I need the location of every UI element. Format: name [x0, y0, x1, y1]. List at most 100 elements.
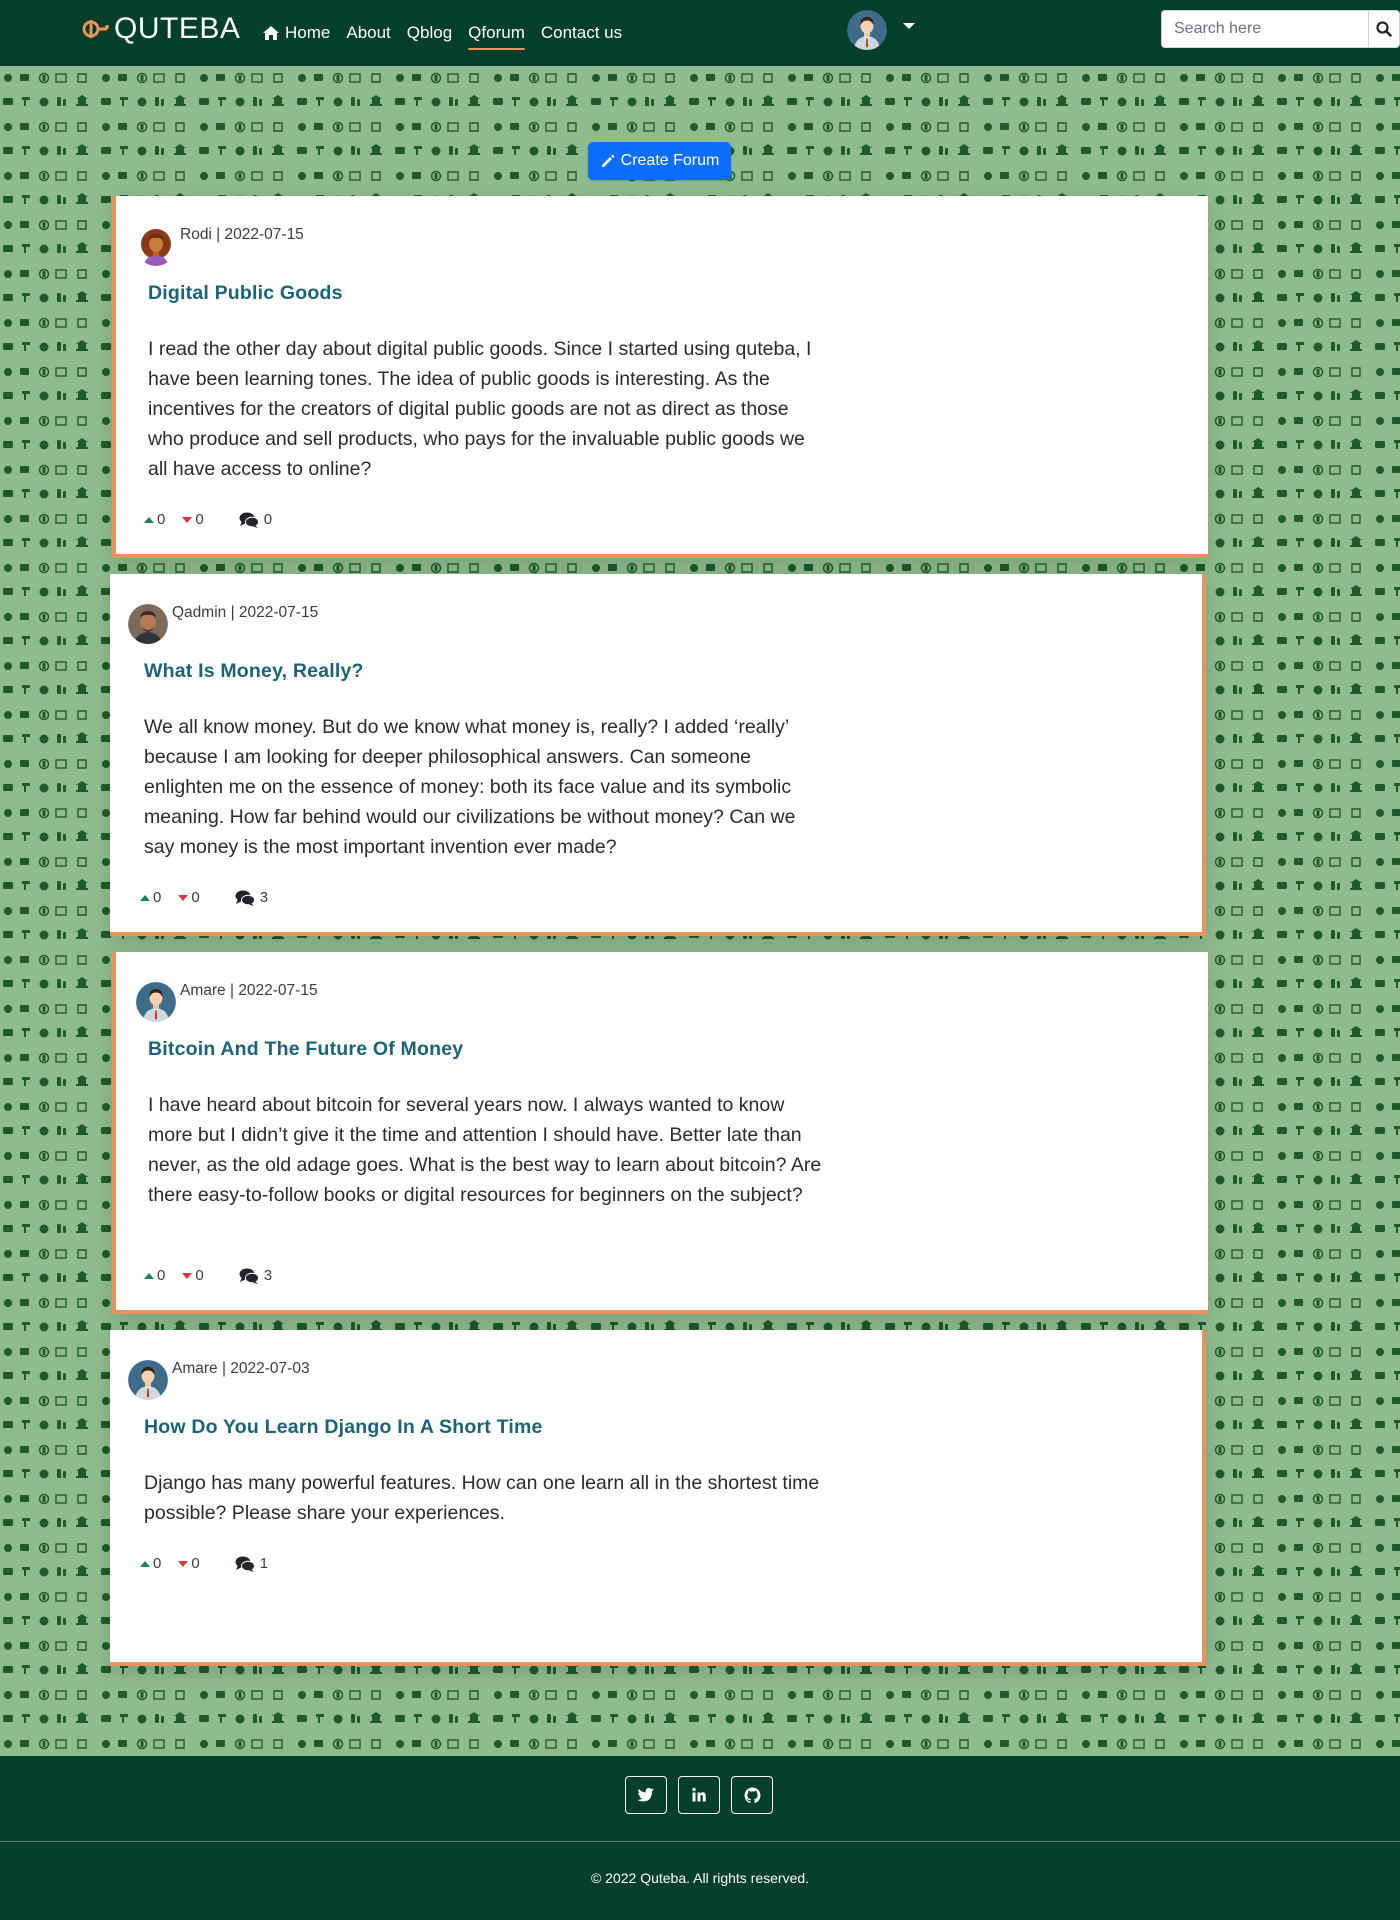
- comments-button[interactable]: 3: [239, 1267, 272, 1284]
- downvote-count: 0: [191, 889, 200, 906]
- navbar: QUTEBA Home About Qblog Qforum Contact u…: [0, 0, 1400, 66]
- post-actions: 0 0 0: [144, 511, 289, 528]
- upvote-count: 0: [153, 889, 162, 906]
- comments-button[interactable]: 1: [235, 1555, 268, 1572]
- author-avatar: [128, 1360, 168, 1400]
- female-avatar-icon: [136, 226, 176, 266]
- copyright-text: 2022 Quteba. All rights reserved.: [605, 1870, 810, 1886]
- nav-about[interactable]: About: [338, 0, 398, 66]
- post-title-link[interactable]: How Do You Learn Django In A Short Time: [144, 1416, 543, 1439]
- photo-avatar-icon: [128, 604, 168, 644]
- comments-button[interactable]: 3: [235, 889, 268, 906]
- male-avatar-icon: [128, 1360, 168, 1400]
- post-meta: Amare | 2022-07-03: [128, 1360, 310, 1400]
- create-forum-label: Create Forum: [620, 152, 720, 169]
- post-body: Django has many powerful features. How c…: [144, 1472, 820, 1524]
- linkedin-icon: [692, 1787, 706, 1802]
- github-icon: [744, 1787, 760, 1803]
- downvote-icon: [182, 1272, 193, 1279]
- social-links: [625, 1776, 773, 1814]
- upvote-button[interactable]: 0: [144, 1267, 165, 1284]
- upvote-icon: [144, 516, 154, 523]
- comment-count: 0: [263, 511, 273, 528]
- comments-icon: [239, 1268, 259, 1284]
- create-forum-button[interactable]: Create Forum: [588, 142, 731, 180]
- downvote-button[interactable]: 0: [182, 511, 204, 528]
- downvote-count: 0: [195, 1267, 204, 1284]
- author-avatar: [136, 982, 176, 1022]
- post-title-link[interactable]: What Is Money, Really?: [144, 660, 364, 683]
- twitter-button[interactable]: [625, 1776, 667, 1814]
- post-body: We all know money. But do we know what m…: [144, 716, 796, 858]
- post-actions: 0 0 3: [140, 889, 285, 906]
- downvote-count: 0: [195, 511, 204, 528]
- copyright: © 2022 Quteba. All rights reserved.: [0, 1870, 1400, 1886]
- search-icon: [1376, 21, 1392, 37]
- post-author-date: Amare | 2022-07-15: [180, 982, 318, 999]
- search-input[interactable]: [1161, 10, 1368, 48]
- forum-content: Create Forum Rodi | 2022-07-15 Digital P…: [0, 66, 1400, 1756]
- github-button[interactable]: [731, 1776, 773, 1814]
- nav-qforum[interactable]: Qforum: [460, 0, 533, 66]
- downvote-button[interactable]: 0: [178, 889, 200, 906]
- search-button[interactable]: [1368, 10, 1400, 48]
- footer-divider: [0, 1841, 1400, 1842]
- post-author-date: Qadmin | 2022-07-15: [172, 604, 319, 621]
- comment-count: 1: [259, 1555, 269, 1572]
- twitter-icon: [637, 1788, 654, 1802]
- post-actions: 0 0 1: [140, 1555, 285, 1572]
- forum-post: Amare | 2022-07-03 How Do You Learn Djan…: [110, 1330, 1206, 1666]
- user-menu-dropdown-icon[interactable]: [903, 23, 915, 29]
- upvote-count: 0: [153, 1555, 162, 1572]
- downvote-button[interactable]: 0: [182, 1267, 204, 1284]
- nav-home-label: Home: [285, 23, 331, 42]
- upvote-icon: [140, 1560, 150, 1567]
- quteba-logo-icon: [82, 20, 109, 38]
- post-meta: Rodi | 2022-07-15: [136, 226, 304, 266]
- upvote-count: 0: [157, 1267, 166, 1284]
- upvote-button[interactable]: 0: [144, 511, 165, 528]
- nav-home[interactable]: Home: [254, 0, 338, 66]
- upvote-button[interactable]: 0: [140, 889, 161, 906]
- user-avatar-icon: [847, 10, 887, 50]
- brand-name: QUTEBA: [114, 12, 241, 45]
- downvote-icon: [178, 1560, 189, 1567]
- comments-button[interactable]: 0: [239, 511, 272, 528]
- footer: © 2022 Quteba. All rights reserved.: [0, 1756, 1400, 1920]
- upvote-button[interactable]: 0: [140, 1555, 161, 1572]
- post-meta: Amare | 2022-07-15: [136, 982, 318, 1022]
- home-icon: [263, 26, 279, 40]
- comment-count: 3: [259, 889, 269, 906]
- comments-icon: [235, 890, 255, 906]
- post-meta: Qadmin | 2022-07-15: [128, 604, 318, 644]
- post-author-date: Rodi | 2022-07-15: [180, 226, 304, 243]
- post-actions: 0 0 3: [144, 1267, 289, 1284]
- brand-logo[interactable]: QUTEBA: [80, 12, 240, 46]
- comments-icon: [239, 512, 259, 528]
- nav-qblog[interactable]: Qblog: [399, 0, 460, 66]
- post-body: I have heard about bitcoin for several y…: [148, 1094, 822, 1206]
- main-nav: Home About Qblog Qforum Contact us: [254, 0, 630, 66]
- nav-contact[interactable]: Contact us: [533, 0, 630, 66]
- upvote-icon: [144, 1272, 154, 1279]
- forum-post: Rodi | 2022-07-15 Digital Public Goods I…: [112, 196, 1208, 558]
- author-avatar: [128, 604, 168, 644]
- downvote-button[interactable]: 0: [178, 1555, 200, 1572]
- downvote-icon: [182, 516, 193, 523]
- downvote-count: 0: [191, 1555, 200, 1572]
- linkedin-button[interactable]: [678, 1776, 720, 1814]
- downvote-icon: [178, 894, 189, 901]
- post-title-link[interactable]: Digital Public Goods: [148, 282, 343, 305]
- upvote-icon: [140, 894, 150, 901]
- post-author-date: Amare | 2022-07-03: [172, 1360, 310, 1377]
- comment-count: 3: [263, 1267, 273, 1284]
- post-body: I read the other day about digital publi…: [148, 338, 812, 480]
- comments-icon: [235, 1556, 255, 1572]
- pencil-icon: [601, 154, 614, 167]
- post-title-link[interactable]: Bitcoin And The Future Of Money: [148, 1038, 463, 1061]
- user-avatar[interactable]: [847, 10, 887, 50]
- male-avatar-icon: [136, 982, 176, 1022]
- forum-post: Amare | 2022-07-15 Bitcoin And The Futur…: [112, 952, 1208, 1314]
- copyright-icon: ©: [590, 1870, 602, 1886]
- forum-post: Qadmin | 2022-07-15 What Is Money, Reall…: [110, 574, 1206, 936]
